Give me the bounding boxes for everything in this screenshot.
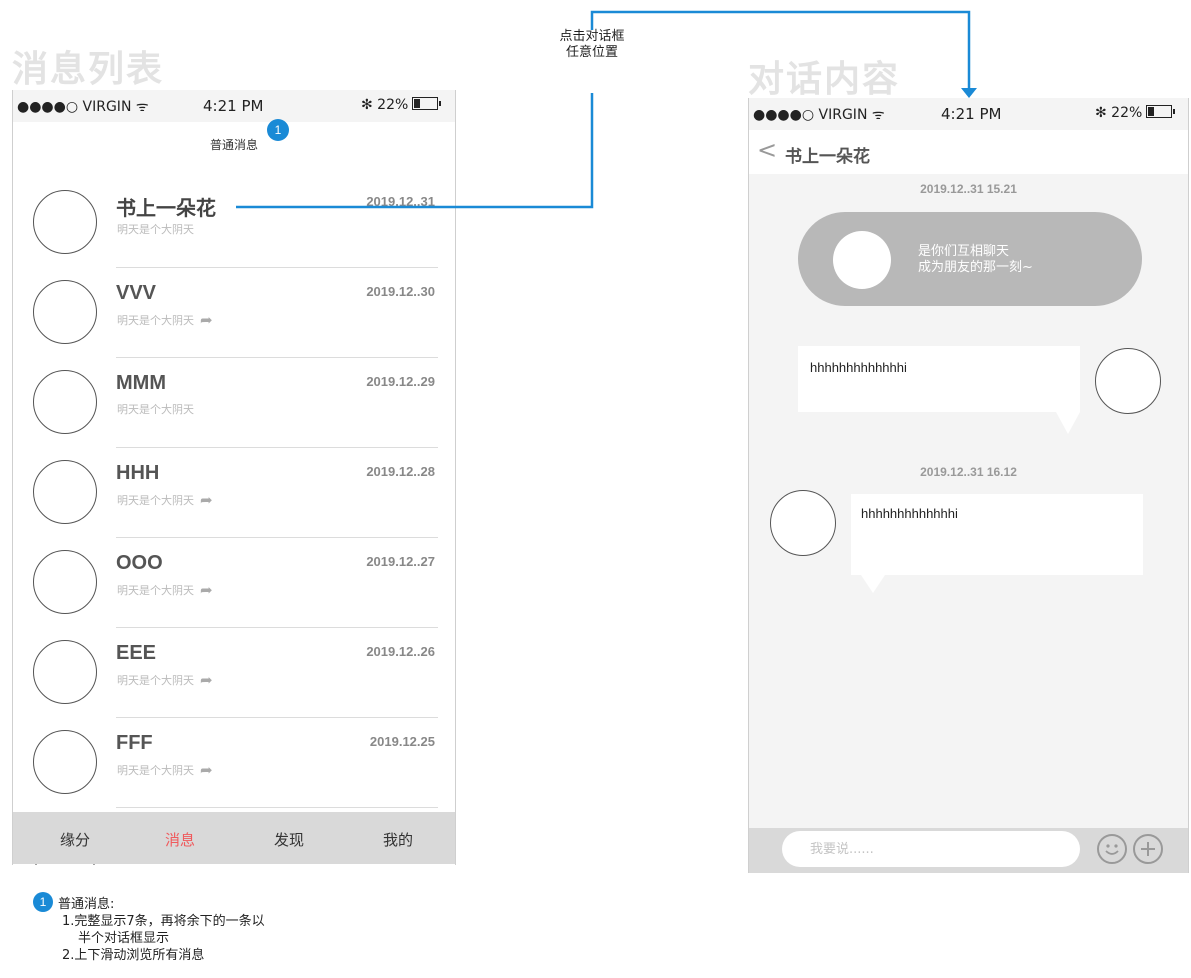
notes-line-1: 1.完整显示7条，再将余下的一条以 <box>62 914 265 929</box>
notes-title: 普通消息: <box>58 897 115 912</box>
connector-lower-path <box>236 93 594 209</box>
arrow-down-icon <box>961 88 977 98</box>
notes: 普通消息: 1.完整显示7条，再将余下的一条以 半个对话框显示 2.上下滑动浏览… <box>38 896 265 964</box>
connector-upper-path <box>590 10 971 92</box>
flow-connector <box>236 10 977 209</box>
notes-line-2: 半个对话框显示 <box>78 931 170 946</box>
notes-line-3: 2.上下滑动浏览所有消息 <box>62 948 205 963</box>
